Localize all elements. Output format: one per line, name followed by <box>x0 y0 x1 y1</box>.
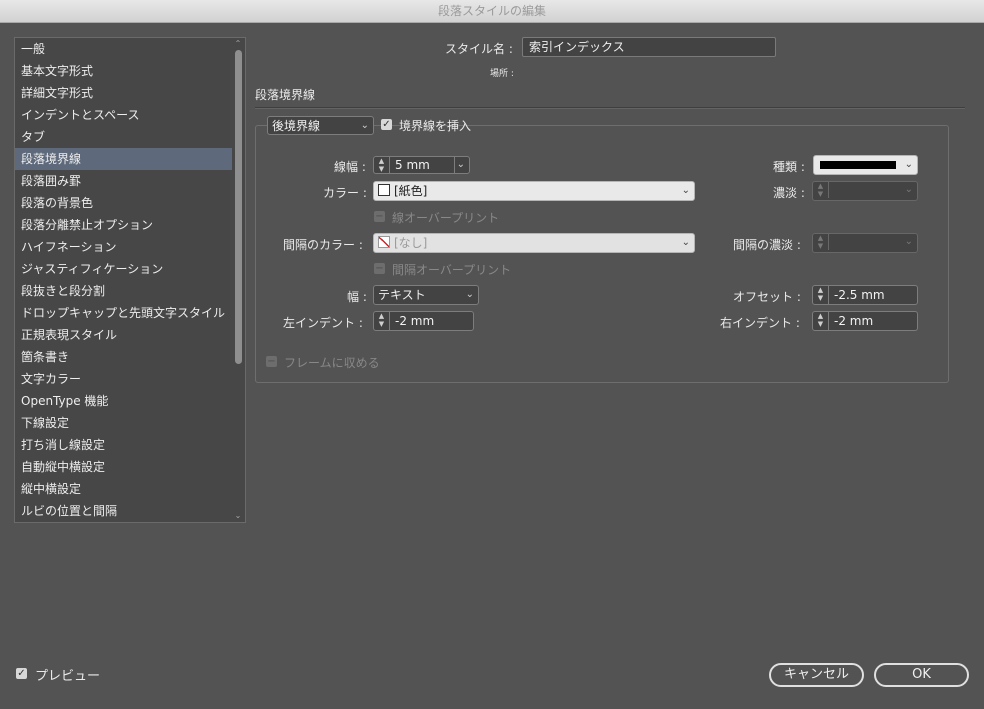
style-name-label: スタイル名 : <box>445 42 513 56</box>
solid-line-icon <box>820 161 896 169</box>
keep-in-frame-label: フレームに収める <box>284 356 380 370</box>
color-label: カラー : <box>323 186 367 200</box>
ok-button[interactable]: OK <box>874 663 969 687</box>
sidebar-item[interactable]: 縦中横設定 <box>15 478 232 500</box>
gap-overprint-checkbox[interactable]: − <box>374 263 385 274</box>
stepper-icon[interactable]: ▲ ▼ <box>813 286 829 304</box>
sidebar-item[interactable]: タブ <box>15 126 232 148</box>
location-label: 場所 : <box>490 69 514 79</box>
width-label: 幅 : <box>347 290 367 304</box>
tint-label: 濃淡 : <box>773 186 805 200</box>
gap-color-select[interactable]: [なし] ⌄ <box>373 233 695 253</box>
section-title: 段落境界線 <box>255 88 316 102</box>
sidebar-item[interactable]: ドロップキャップと先頭文字スタイル <box>15 302 232 324</box>
section-divider <box>255 107 965 109</box>
offset-field[interactable]: ▲ ▼ -2.5 mm <box>812 285 918 305</box>
sidebar-item[interactable]: 段落境界線 <box>15 148 232 170</box>
gap-overprint-label: 間隔オーバープリント <box>392 263 512 277</box>
insert-rule-label: 境界線を挿入 <box>399 119 472 133</box>
rule-position-value: 後境界線 <box>272 119 321 133</box>
chevron-down-icon[interactable]: ⌄ <box>457 157 465 173</box>
sidebar-item[interactable]: ルビの位置と間隔 <box>15 500 232 522</box>
width-value: テキスト <box>378 288 426 302</box>
sidebar-scrollbar[interactable]: ⌃ ⌄ <box>233 38 243 522</box>
sidebar-item[interactable]: 段落分離禁止オプション <box>15 214 232 236</box>
stepper-icon: ▲ ▼ <box>813 182 829 198</box>
gap-color-label: 間隔のカラー : <box>283 238 363 252</box>
sidebar-item[interactable]: 下線設定 <box>15 412 232 434</box>
chevron-down-icon: ⌄ <box>904 159 913 170</box>
window-title: 段落スタイルの編集 <box>0 0 984 23</box>
sidebar-item[interactable]: 一般 <box>15 38 232 60</box>
gap-tint-field[interactable]: ▲ ▼ ⌄ <box>812 233 918 253</box>
left-indent-field[interactable]: ▲ ▼ -2 mm <box>373 311 474 331</box>
right-indent-label: 右インデント : <box>720 316 800 330</box>
right-indent-field[interactable]: ▲ ▼ -2 mm <box>812 311 918 331</box>
left-indent-label: 左インデント : <box>283 316 363 330</box>
overprint-checkbox[interactable]: − <box>374 211 385 222</box>
tint-field[interactable]: ▲ ▼ ⌄ <box>812 181 918 201</box>
sidebar-item[interactable]: 正規表現スタイル <box>15 324 232 346</box>
sidebar-item[interactable]: 段落の背景色 <box>15 192 232 214</box>
right-indent-value: -2 mm <box>834 314 874 328</box>
preview-checkbox[interactable]: ✓ <box>16 668 27 679</box>
color-select[interactable]: [紙色] ⌄ <box>373 181 695 201</box>
sidebar-item[interactable]: 詳細文字形式 <box>15 82 232 104</box>
sidebar-item[interactable]: 段抜きと段分割 <box>15 280 232 302</box>
stepper-icon[interactable]: ▲ ▼ <box>374 312 390 330</box>
chevron-down-icon: ⌄ <box>465 289 474 300</box>
weight-field[interactable]: ▲ ▼ 5 mm ⌄ <box>373 156 470 174</box>
insert-rule-checkbox[interactable]: ✓ <box>381 119 392 130</box>
type-label: 種類 : <box>773 160 805 174</box>
sidebar-item[interactable]: 箇条書き <box>15 346 232 368</box>
stepper-icon: ▲ ▼ <box>813 234 829 250</box>
keep-in-frame-checkbox[interactable]: − <box>266 356 277 367</box>
scroll-thumb[interactable] <box>235 50 242 364</box>
category-list[interactable]: 一般 基本文字形式 詳細文字形式 インデントとスペース タブ 段落境界線 段落囲み罫 段落の背… <box>14 37 246 523</box>
cancel-button[interactable]: キャンセル <box>769 663 864 687</box>
stepper-icon[interactable]: ▲ ▼ <box>813 312 829 330</box>
sidebar-item[interactable]: 基本文字形式 <box>15 60 232 82</box>
offset-label: オフセット : <box>733 290 801 304</box>
chevron-down-icon: ⌄ <box>904 184 913 195</box>
chevron-down-icon: ⌄ <box>681 185 690 196</box>
scroll-down-icon[interactable]: ⌄ <box>233 511 243 521</box>
paper-swatch-icon <box>378 184 390 196</box>
rule-position-select[interactable]: 後境界線 ⌄ <box>267 116 374 135</box>
stepper-icon[interactable]: ▲ ▼ <box>374 157 390 173</box>
field-divider <box>454 157 455 173</box>
sidebar-item[interactable]: 自動縦中横設定 <box>15 456 232 478</box>
color-value: [紙色] <box>394 184 428 198</box>
sidebar-item[interactable]: インデントとスペース <box>15 104 232 126</box>
preview-label: プレビュー <box>35 669 101 684</box>
gap-tint-label: 間隔の濃淡 : <box>733 238 801 252</box>
style-name-input[interactable]: 索引インデックス <box>522 37 776 57</box>
weight-value: 5 mm <box>395 158 430 172</box>
scroll-up-icon[interactable]: ⌃ <box>233 39 243 49</box>
type-select[interactable]: ⌄ <box>813 155 918 175</box>
sidebar-item[interactable]: 打ち消し線設定 <box>15 434 232 456</box>
overprint-label: 線オーバープリント <box>392 211 500 225</box>
sidebar-item[interactable]: ハイフネーション <box>15 236 232 258</box>
offset-value: -2.5 mm <box>834 288 885 302</box>
width-select[interactable]: テキスト ⌄ <box>373 285 479 305</box>
weight-label: 線幅 : <box>334 160 366 174</box>
sidebar-item[interactable]: 文字カラー <box>15 368 232 390</box>
none-swatch-icon <box>378 236 390 248</box>
chevron-down-icon: ⌄ <box>904 236 913 247</box>
left-indent-value: -2 mm <box>395 314 435 328</box>
gap-color-value: [なし] <box>394 236 428 250</box>
sidebar-item[interactable]: OpenType 機能 <box>15 390 232 412</box>
sidebar-item[interactable]: ジャスティフィケーション <box>15 258 232 280</box>
chevron-down-icon: ⌄ <box>360 120 369 131</box>
chevron-down-icon: ⌄ <box>681 237 690 248</box>
sidebar-item[interactable]: 段落囲み罫 <box>15 170 232 192</box>
